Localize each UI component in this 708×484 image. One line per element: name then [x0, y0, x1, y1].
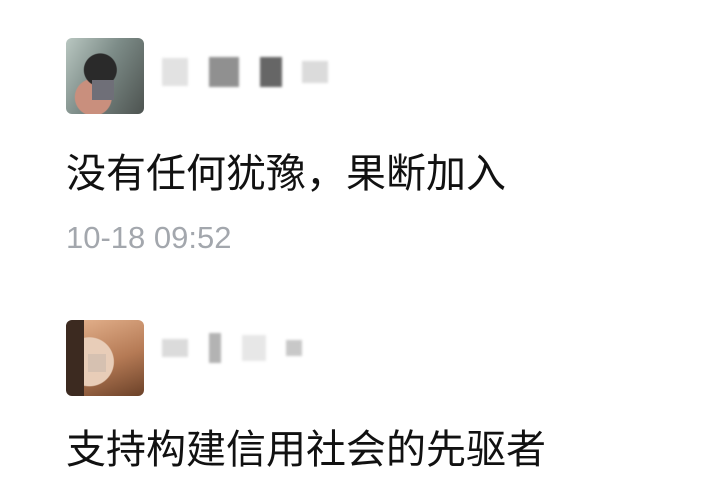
avatar[interactable]	[66, 320, 144, 396]
comment-text: 支持构建信用社会的先驱者	[66, 427, 546, 473]
comment-timestamp: 10-18 09:52	[66, 220, 232, 255]
avatar[interactable]	[66, 38, 144, 114]
author-name-blurred[interactable]	[162, 328, 306, 364]
comment-text: 没有任何犹豫，果断加入	[66, 151, 506, 197]
author-name-blurred[interactable]	[162, 52, 332, 88]
